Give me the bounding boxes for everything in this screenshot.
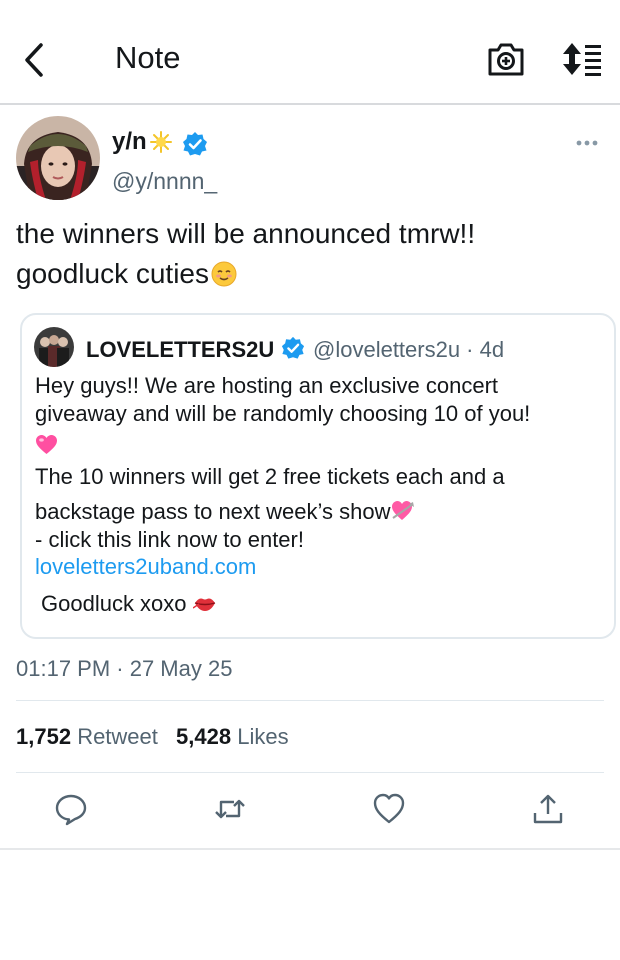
tweet-stats: 1,752 Retweet 5,428 Likes <box>16 724 289 750</box>
sort-button[interactable] <box>560 40 604 78</box>
camera-button[interactable] <box>486 40 526 78</box>
divider <box>0 848 620 850</box>
tweet-text-line: the winners will be announced tmrw!! <box>16 218 476 249</box>
heart-icon <box>373 793 405 824</box>
smiling-face-emoji-icon <box>211 261 237 287</box>
likes-label[interactable]: Likes <box>237 724 288 749</box>
reply-button[interactable] <box>53 791 89 827</box>
quoted-text-line-content: backstage pass to next week’s show <box>35 499 391 524</box>
band-photo-icon <box>34 327 74 367</box>
sparkle-icon <box>150 131 172 153</box>
quoted-text-line: backstage pass to next week’s show <box>35 499 415 525</box>
quoted-text-line: The 10 winners will get 2 free tickets e… <box>35 464 505 489</box>
quoted-author-name[interactable]: LOVELETTERS2U <box>86 337 274 363</box>
reply-icon <box>55 794 87 826</box>
like-button[interactable] <box>371 791 407 827</box>
chevron-left-icon <box>25 43 43 77</box>
tweet-text: the winners will be announced tmrw!! goo… <box>16 214 606 294</box>
camera-plus-icon <box>488 43 524 76</box>
quoted-signoff: Goodluck xoxo <box>41 591 187 616</box>
likes-count[interactable]: 5,428 <box>176 724 231 749</box>
more-dots-icon <box>576 140 598 146</box>
author-handle[interactable]: @y/nnnn_ <box>112 168 217 195</box>
more-options-button[interactable] <box>572 132 604 154</box>
heart-with-arrow-emoji-icon <box>392 501 415 520</box>
top-bar: Note <box>0 0 620 105</box>
quoted-link[interactable]: loveletters2uband.com <box>35 554 256 580</box>
tweet-text-line: goodluck cuties <box>16 254 606 294</box>
tweet-text-line-content: goodluck cuties <box>16 258 210 289</box>
share-upload-icon <box>533 794 563 824</box>
pink-heart-emoji-icon <box>36 435 57 454</box>
tweet-timestamp: 01:17 PM · 27 May 25 <box>16 656 233 681</box>
author-name[interactable]: y/n <box>112 128 147 156</box>
avatar[interactable] <box>16 116 100 200</box>
quoted-text-line: giveaway and will be randomly choosing 1… <box>35 401 531 426</box>
quoted-text-line: Hey guys!! We are hosting an exclusive c… <box>35 373 499 398</box>
back-button[interactable] <box>18 40 52 80</box>
quoted-tweet-card[interactable]: LOVELETTERS2U @loveletters2u · 4d Hey gu… <box>20 313 616 639</box>
quoted-text-line: Goodluck xoxo <box>41 591 217 617</box>
sort-list-icon <box>563 43 601 76</box>
page-title: Note <box>115 40 181 75</box>
divider <box>16 700 604 701</box>
kiss-lips-emoji-icon <box>192 598 215 611</box>
quoted-avatar[interactable] <box>34 327 74 367</box>
verified-badge-icon <box>183 132 207 156</box>
quoted-author-meta: @loveletters2u · 4d <box>313 337 505 362</box>
retweet-icon <box>215 799 245 819</box>
divider <box>16 772 604 773</box>
quoted-text-line: - click this link now to enter! <box>35 527 304 552</box>
share-button[interactable] <box>530 791 566 827</box>
retweet-button[interactable] <box>212 791 248 827</box>
profile-photo-icon <box>16 116 100 200</box>
verified-badge-icon <box>281 336 305 359</box>
retweet-count[interactable]: 1,752 <box>16 724 71 749</box>
retweet-label[interactable]: Retweet <box>77 724 158 749</box>
